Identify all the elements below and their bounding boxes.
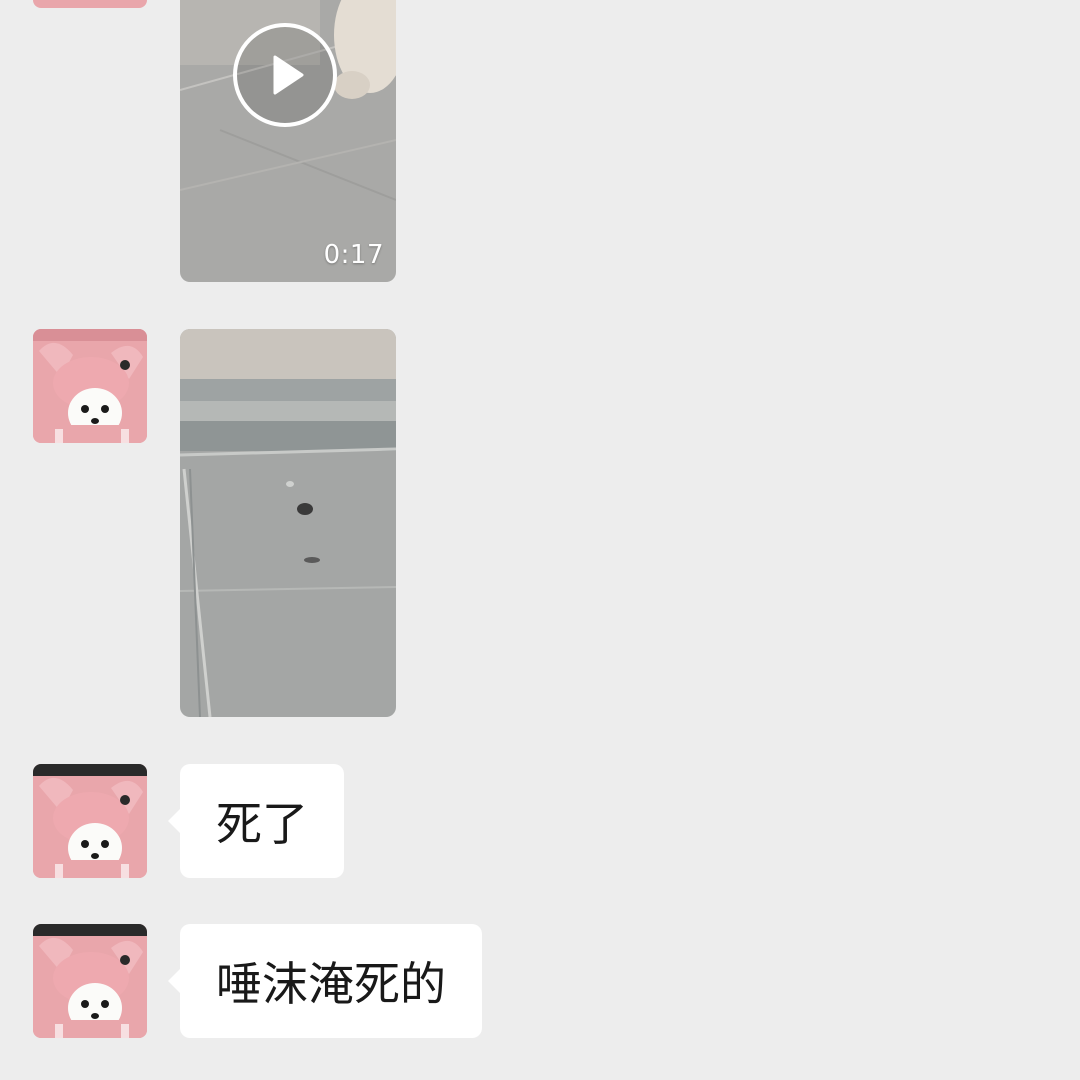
avatar[interactable] <box>33 329 147 443</box>
dog-avatar-image <box>33 764 147 878</box>
text-message-bubble[interactable]: 死了 <box>168 764 344 878</box>
dog-avatar-image <box>33 924 147 1038</box>
message-text: 唾沫淹死的 <box>216 957 446 1011</box>
avatar[interactable] <box>33 764 147 878</box>
dog-avatar-image <box>33 329 147 443</box>
avatar[interactable] <box>33 924 147 1038</box>
dog-avatar-image <box>33 0 147 8</box>
message-text: 死了 <box>216 797 308 851</box>
video-message[interactable]: 0:17 <box>180 0 396 282</box>
photo-thumbnail <box>180 329 396 717</box>
video-duration: 0:17 <box>323 240 384 270</box>
play-button[interactable] <box>233 23 337 127</box>
text-message-bubble[interactable]: 唾沫淹死的 <box>168 924 482 1038</box>
play-icon <box>273 55 304 95</box>
avatar[interactable] <box>33 0 147 8</box>
image-message[interactable] <box>180 329 396 717</box>
